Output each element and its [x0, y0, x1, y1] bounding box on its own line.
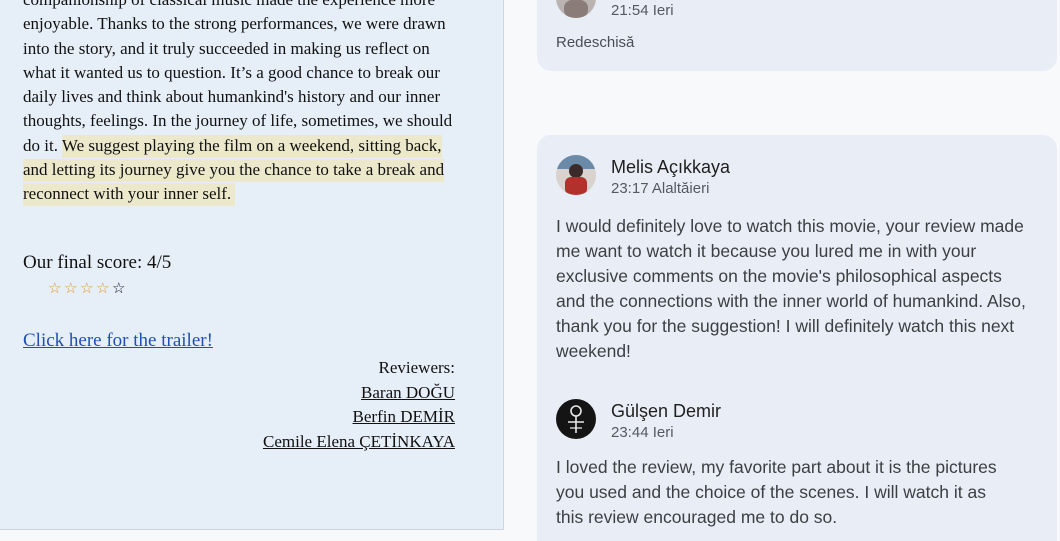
- comment-text: I would definitely love to watch this mo…: [556, 216, 1026, 361]
- star-icon: ☆: [96, 280, 111, 297]
- star-icon: ☆: [64, 280, 79, 297]
- reviewer-name: Berfin DEMİR: [352, 407, 455, 426]
- comment-time: 21:54 Ieri: [611, 2, 674, 19]
- star-rating: ☆ ☆ ☆ ☆ ☆: [48, 279, 128, 297]
- highlighted-suggestion[interactable]: We suggest playing the film on a weekend…: [23, 134, 445, 207]
- avatar: [556, 399, 596, 439]
- review-document: companionship of classical music made th…: [0, 0, 504, 530]
- comment-author: Melis Açıkkaya: [611, 157, 731, 177]
- thread-status: Redeschisă: [556, 34, 635, 51]
- reviewer-name: Baran DOĞU: [361, 382, 455, 402]
- star-icon: ☆: [112, 280, 127, 297]
- comment-time: 23:17 Alaltăieri: [611, 180, 710, 197]
- star-icon: ☆: [48, 280, 63, 297]
- review-paragraph: companionship of classical music made th…: [23, 0, 453, 155]
- avatar: [556, 155, 596, 195]
- reviewer-name: Cemile Elena ÇETİNKAYA: [262, 431, 455, 451]
- comment-text: I loved the review, my favorite part abo…: [556, 457, 997, 527]
- comment-thread-card[interactable]: 21:54 Ieri Redeschisă: [537, 0, 1057, 71]
- final-score: Our final score: 4/5: [23, 252, 172, 273]
- reviewers-block: Reviewers: Baran DOĞU Berfin DEMİR Cemil…: [263, 356, 455, 454]
- review-body: companionship of classical music made th…: [23, 0, 463, 207]
- comment-author: Gülşen Demir: [611, 401, 722, 421]
- star-icon: ☆: [80, 280, 95, 297]
- comment-thread-card[interactable]: Melis Açıkkaya 23:17 Alaltăieri I would …: [537, 135, 1057, 541]
- trailer-link[interactable]: Click here for the trailer!: [23, 330, 213, 352]
- avatar: [556, 0, 596, 18]
- reviewers-label: Reviewers:: [378, 358, 455, 377]
- comment-time: 23:44 Ieri: [611, 424, 674, 441]
